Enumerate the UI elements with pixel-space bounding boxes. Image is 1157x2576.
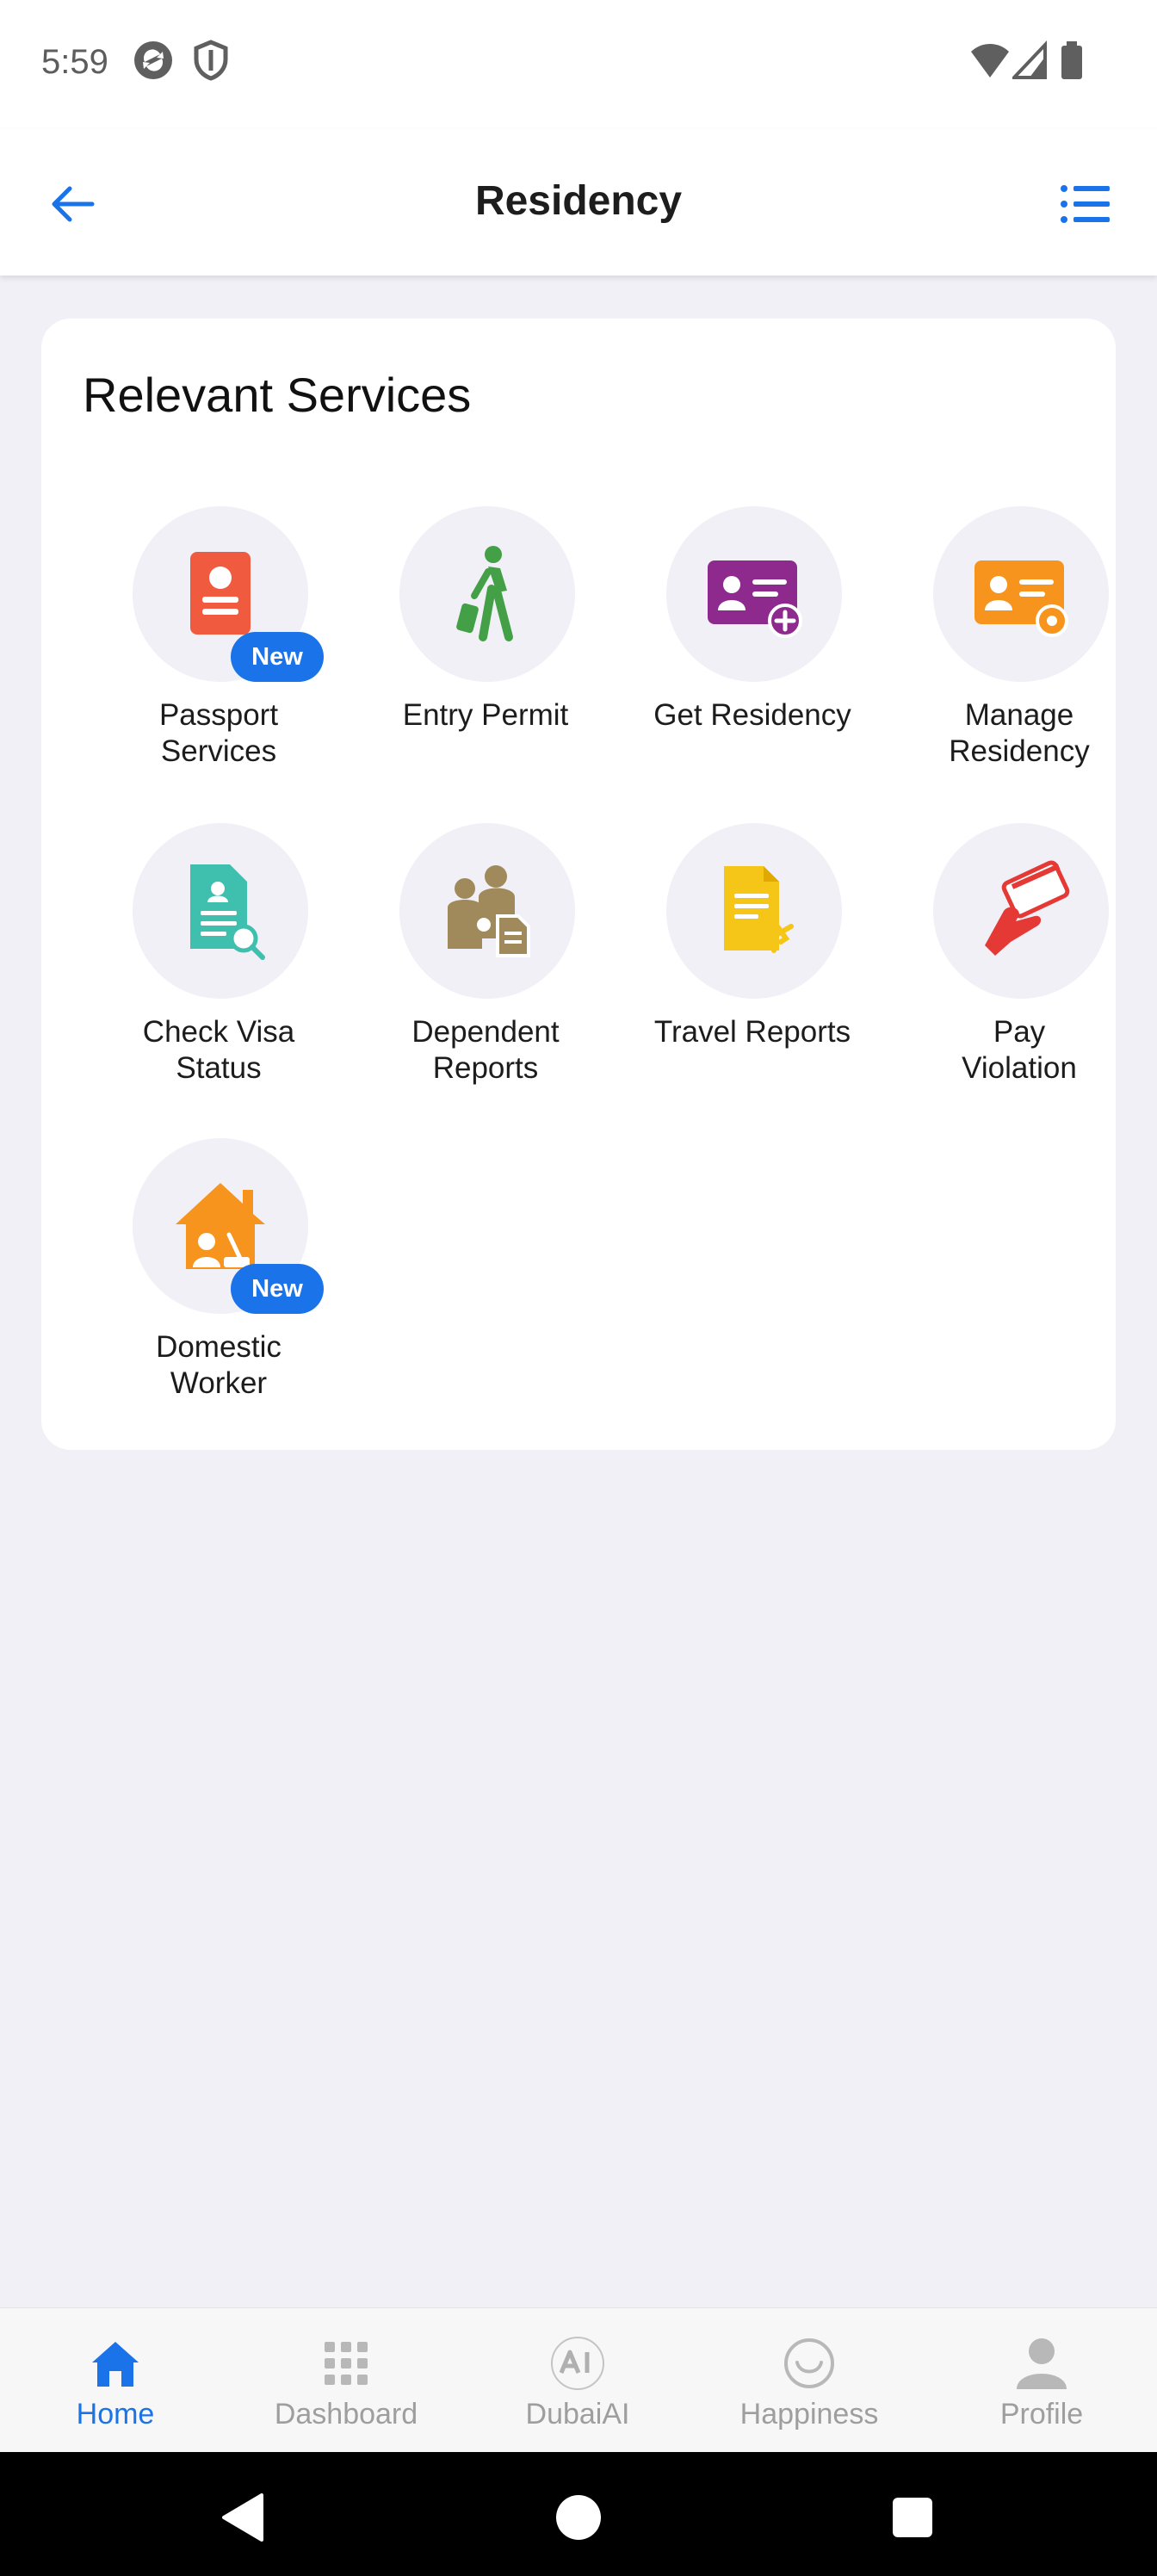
status-time: 5:59 xyxy=(41,43,108,81)
system-navigation-bar xyxy=(0,2452,1157,2576)
status-bar: 5:59 xyxy=(0,0,1157,129)
app-bar: Residency xyxy=(0,129,1157,276)
service-pay-violation[interactable]: Pay Violation xyxy=(890,823,1148,1116)
service-icon-wrap xyxy=(933,506,1109,682)
list-menu-icon[interactable] xyxy=(1060,183,1111,225)
circle-home-icon[interactable] xyxy=(554,2493,603,2542)
system-back-button[interactable] xyxy=(208,2483,277,2552)
section-title: Relevant Services xyxy=(83,368,472,422)
system-home-button[interactable] xyxy=(544,2483,613,2552)
service-label: Passport Services xyxy=(158,698,279,768)
service-check-visa-status[interactable]: Check Visa Status xyxy=(90,823,348,1116)
service-label: Travel Reports xyxy=(653,1015,851,1049)
new-badge: New xyxy=(231,1264,324,1314)
shield-icon xyxy=(193,40,229,85)
relevant-services-card: Relevant Services New Passport Services E… xyxy=(41,319,1116,1450)
nav-dubaiai[interactable]: DubaiAI xyxy=(462,2308,693,2453)
bottom-navigation: Home Dashboard DubaiAI Happiness Profile xyxy=(0,2307,1157,2453)
service-manage-residency[interactable]: Manage Residency xyxy=(890,506,1148,799)
service-label: Dependent Reports xyxy=(411,1015,560,1085)
document-search-icon xyxy=(190,864,265,960)
nav-label: Profile xyxy=(999,2398,1084,2430)
service-icon-wrap xyxy=(133,823,308,999)
service-label: Domestic Worker xyxy=(156,1330,282,1400)
service-label: Check Visa Status xyxy=(142,1015,295,1085)
service-get-residency[interactable]: Get Residency xyxy=(623,506,882,799)
passport-icon xyxy=(190,552,251,635)
family-report-icon xyxy=(448,865,530,957)
service-label: Pay Violation xyxy=(962,1015,1077,1085)
service-travel-reports[interactable]: Travel Reports xyxy=(623,823,882,1116)
card-payment-icon xyxy=(985,860,1070,956)
nav-label: Happiness xyxy=(739,2398,879,2430)
sync-icon xyxy=(133,40,174,85)
square-recents-icon[interactable] xyxy=(891,2496,934,2539)
service-icon-wrap xyxy=(399,506,575,682)
service-icon-wrap xyxy=(666,823,842,999)
house-worker-icon xyxy=(176,1183,265,1269)
grid-icon[interactable] xyxy=(231,2329,461,2398)
person-icon[interactable] xyxy=(926,2329,1157,2398)
travel-document-icon xyxy=(724,866,794,953)
service-icon-wrap xyxy=(933,823,1109,999)
battery-icon xyxy=(1059,40,1085,85)
traveler-icon xyxy=(456,546,513,641)
home-icon[interactable] xyxy=(0,2329,231,2398)
nav-happiness[interactable]: Happiness xyxy=(694,2308,925,2453)
wifi-icon xyxy=(969,40,1011,85)
service-icon-wrap xyxy=(399,823,575,999)
nav-label: Dashboard xyxy=(274,2398,418,2430)
cell-signal-icon xyxy=(1010,40,1047,85)
service-icon-wrap xyxy=(666,506,842,682)
page-title: Residency xyxy=(474,178,683,224)
id-card-settings-icon xyxy=(974,560,1068,637)
smiley-icon[interactable] xyxy=(694,2329,925,2398)
service-label: Entry Permit xyxy=(402,698,569,732)
menu-button[interactable] xyxy=(1049,174,1123,234)
service-domestic-worker[interactable]: New Domestic Worker xyxy=(90,1138,348,1431)
service-label: Manage Residency xyxy=(949,698,1090,768)
nav-label: DubaiAI xyxy=(525,2398,630,2430)
triangle-back-icon[interactable] xyxy=(219,2492,267,2543)
nav-profile[interactable]: Profile xyxy=(926,2308,1157,2453)
nav-label: Home xyxy=(76,2398,155,2430)
service-passport-services[interactable]: New Passport Services xyxy=(90,506,348,799)
nav-home[interactable]: Home xyxy=(0,2308,231,2453)
new-badge: New xyxy=(231,632,324,682)
ai-icon[interactable] xyxy=(462,2329,693,2398)
service-dependent-reports[interactable]: Dependent Reports xyxy=(356,823,615,1116)
id-card-add-icon xyxy=(708,560,802,638)
system-recents-button[interactable] xyxy=(878,2483,947,2552)
service-entry-permit[interactable]: Entry Permit xyxy=(356,506,615,799)
nav-dashboard[interactable]: Dashboard xyxy=(231,2308,461,2453)
service-label: Get Residency xyxy=(653,698,851,732)
